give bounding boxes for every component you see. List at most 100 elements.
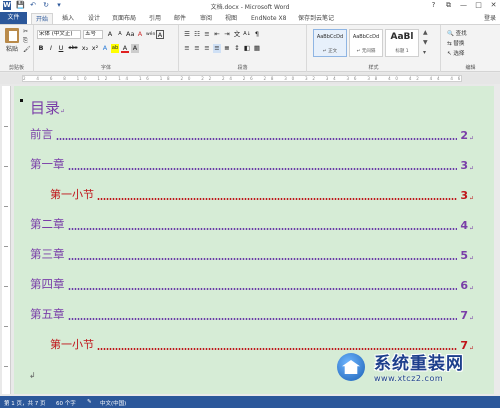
justify-icon[interactable]: ≡: [213, 44, 221, 53]
tab-mailings[interactable]: 邮件: [174, 13, 186, 24]
tab-view[interactable]: 视图: [225, 13, 237, 24]
horizontal-ruler[interactable]: 2 4 6 8 10 12 14 16 18 20 22 24 26 28 30…: [0, 73, 500, 84]
align-center-icon[interactable]: ≡: [193, 44, 201, 53]
increase-indent-icon[interactable]: ⇥: [223, 30, 231, 39]
find-label: 查找: [455, 31, 467, 37]
bold-button[interactable]: B: [37, 44, 45, 53]
toc-entry-text: 第五章: [30, 307, 65, 321]
paragraph-mark-bullet: [20, 99, 23, 102]
document-page[interactable]: 目录↵ 前言 2 ↵ 第一章 3 ↵ 第一小节 3 ↵ 第二章 4 ↵ 第三章 …: [14, 86, 494, 394]
watermark-title: 系统重装网: [374, 354, 464, 374]
numbering-icon[interactable]: ☷: [193, 30, 201, 39]
toc-page-number: 7: [460, 309, 468, 322]
subscript-button[interactable]: x₂: [81, 44, 89, 53]
replace-button[interactable]: ⇆ 替换: [447, 39, 464, 47]
close-button[interactable]: ✕: [489, 0, 498, 11]
styles-more-icon[interactable]: ▾: [423, 49, 426, 56]
shrink-font-icon[interactable]: A: [116, 30, 124, 39]
copy-icon[interactable]: ⎘: [23, 37, 28, 45]
tab-design[interactable]: 设计: [88, 13, 100, 24]
styles-scroll-up-icon[interactable]: ▲: [423, 29, 428, 36]
decrease-indent-icon[interactable]: ⇤: [213, 30, 221, 39]
tab-insert[interactable]: 插入: [62, 13, 74, 24]
style-heading-1-name: 标题 1: [395, 49, 409, 54]
tab-review[interactable]: 审阅: [200, 13, 212, 24]
distributed-icon[interactable]: ≣: [223, 44, 231, 53]
toc-entry[interactable]: 第四章 6 ↵: [30, 277, 474, 292]
window-controls: ? ⧉ — □ ✕: [429, 0, 498, 11]
paste-button[interactable]: 粘贴: [4, 28, 20, 53]
borders-icon[interactable]: ▦: [253, 44, 261, 53]
highlight-button[interactable]: ab: [111, 44, 119, 53]
cut-icon[interactable]: ✂: [23, 28, 28, 35]
bullets-icon[interactable]: ☰: [183, 30, 191, 39]
vertical-ruler[interactable]: [2, 86, 11, 394]
font-size-select[interactable]: 五号: [83, 30, 103, 39]
toc-entry[interactable]: 第一章 3 ↵: [30, 157, 474, 172]
watermark-url: www.xtcz2.com: [374, 374, 444, 383]
vertical-scrollbar[interactable]: [494, 84, 500, 394]
help-button[interactable]: ?: [429, 0, 438, 11]
grow-font-icon[interactable]: A: [106, 30, 114, 39]
page-count-status[interactable]: 第 1 页，共 7 页: [4, 399, 46, 407]
toc-entry-text: 第四章: [30, 277, 65, 291]
pilcrow: ↵: [60, 108, 66, 115]
font-name-select[interactable]: 宋体 (中文正): [37, 30, 81, 39]
toc-entry[interactable]: 第二章 4 ↵: [30, 217, 474, 232]
replace-label: 替换: [453, 41, 465, 47]
align-left-icon[interactable]: ≡: [183, 44, 191, 53]
change-case-icon[interactable]: Aa: [126, 30, 134, 39]
format-painter-icon[interactable]: 🖌: [23, 46, 31, 53]
tab-file[interactable]: 文件: [0, 12, 27, 24]
phonetic-guide-icon[interactable]: wén: [146, 30, 155, 39]
toc-subentry[interactable]: 第一小节 3 ↵: [50, 188, 474, 202]
multilevel-list-icon[interactable]: ≡: [203, 30, 211, 39]
style-normal-sample: AaBbCcDd: [316, 34, 344, 40]
select-button[interactable]: ↖ 选择: [447, 49, 464, 57]
toc-entry-text: 第三章: [30, 247, 65, 261]
tab-references[interactable]: 引用: [149, 13, 161, 24]
toc-leader: [67, 228, 458, 230]
tab-home[interactable]: 开始: [31, 13, 54, 24]
italic-button[interactable]: I: [47, 44, 55, 53]
toc-heading[interactable]: 目录↵: [30, 97, 65, 118]
chinese-layout-icon[interactable]: 文: [233, 30, 241, 39]
editing-group: 🔍 查找 ⇆ 替换 ↖ 选择 编辑: [441, 25, 500, 72]
char-shading-button[interactable]: A: [131, 44, 139, 53]
shading-icon[interactable]: ◧: [243, 44, 251, 53]
underline-button[interactable]: U: [57, 44, 65, 53]
tab-endnote[interactable]: EndNote X8: [251, 13, 286, 24]
word-count-status[interactable]: 60 个字: [56, 399, 76, 407]
superscript-button[interactable]: x²: [91, 44, 99, 53]
toc-entry[interactable]: 第五章 7 ↵: [30, 307, 474, 322]
char-border-icon[interactable]: A: [156, 30, 164, 39]
style-heading-1[interactable]: AaBl 标题 1: [385, 29, 419, 57]
line-spacing-icon[interactable]: ↕: [233, 44, 241, 53]
find-button[interactable]: 🔍 查找: [447, 29, 467, 37]
styles-scroll-down-icon[interactable]: ▼: [423, 39, 428, 46]
toc-entry[interactable]: 前言 2 ↵: [30, 127, 474, 142]
toc-entry-text: 第一小节: [50, 188, 94, 201]
text-effects-button[interactable]: A: [101, 44, 109, 53]
toc-leader: [67, 168, 458, 170]
minimize-button[interactable]: —: [459, 0, 468, 11]
strikethrough-button[interactable]: abc: [67, 44, 79, 53]
align-right-icon[interactable]: ≡: [203, 44, 211, 53]
show-marks-icon[interactable]: ¶: [253, 30, 261, 39]
clear-format-icon[interactable]: A: [136, 30, 144, 39]
language-status[interactable]: 中文(中国): [100, 399, 126, 407]
ribbon-display-options-button[interactable]: ⧉: [444, 0, 453, 11]
tab-page-layout[interactable]: 页面布局: [112, 13, 136, 24]
tab-save-to-cloud[interactable]: 保存到云笔记: [298, 13, 334, 24]
sort-icon[interactable]: A↓: [243, 30, 251, 39]
style-no-spacing[interactable]: AaBbCcDd ↵ 无间隔: [349, 29, 383, 57]
toc-entry[interactable]: 第三章 5 ↵: [30, 247, 474, 262]
font-color-button[interactable]: A: [121, 44, 129, 53]
proofing-icon[interactable]: ✎: [87, 399, 92, 405]
maximize-button[interactable]: □: [474, 0, 483, 11]
login-link[interactable]: 登录: [484, 13, 496, 22]
ruler-tick: [4, 166, 8, 167]
toc-entry-text: 前言: [30, 127, 53, 141]
style-normal[interactable]: AaBbCcDd ↵ 正文: [313, 29, 347, 57]
font-group: 宋体 (中文正) 五号 A A Aa A wén A B I U abc x₂ …: [34, 25, 179, 72]
